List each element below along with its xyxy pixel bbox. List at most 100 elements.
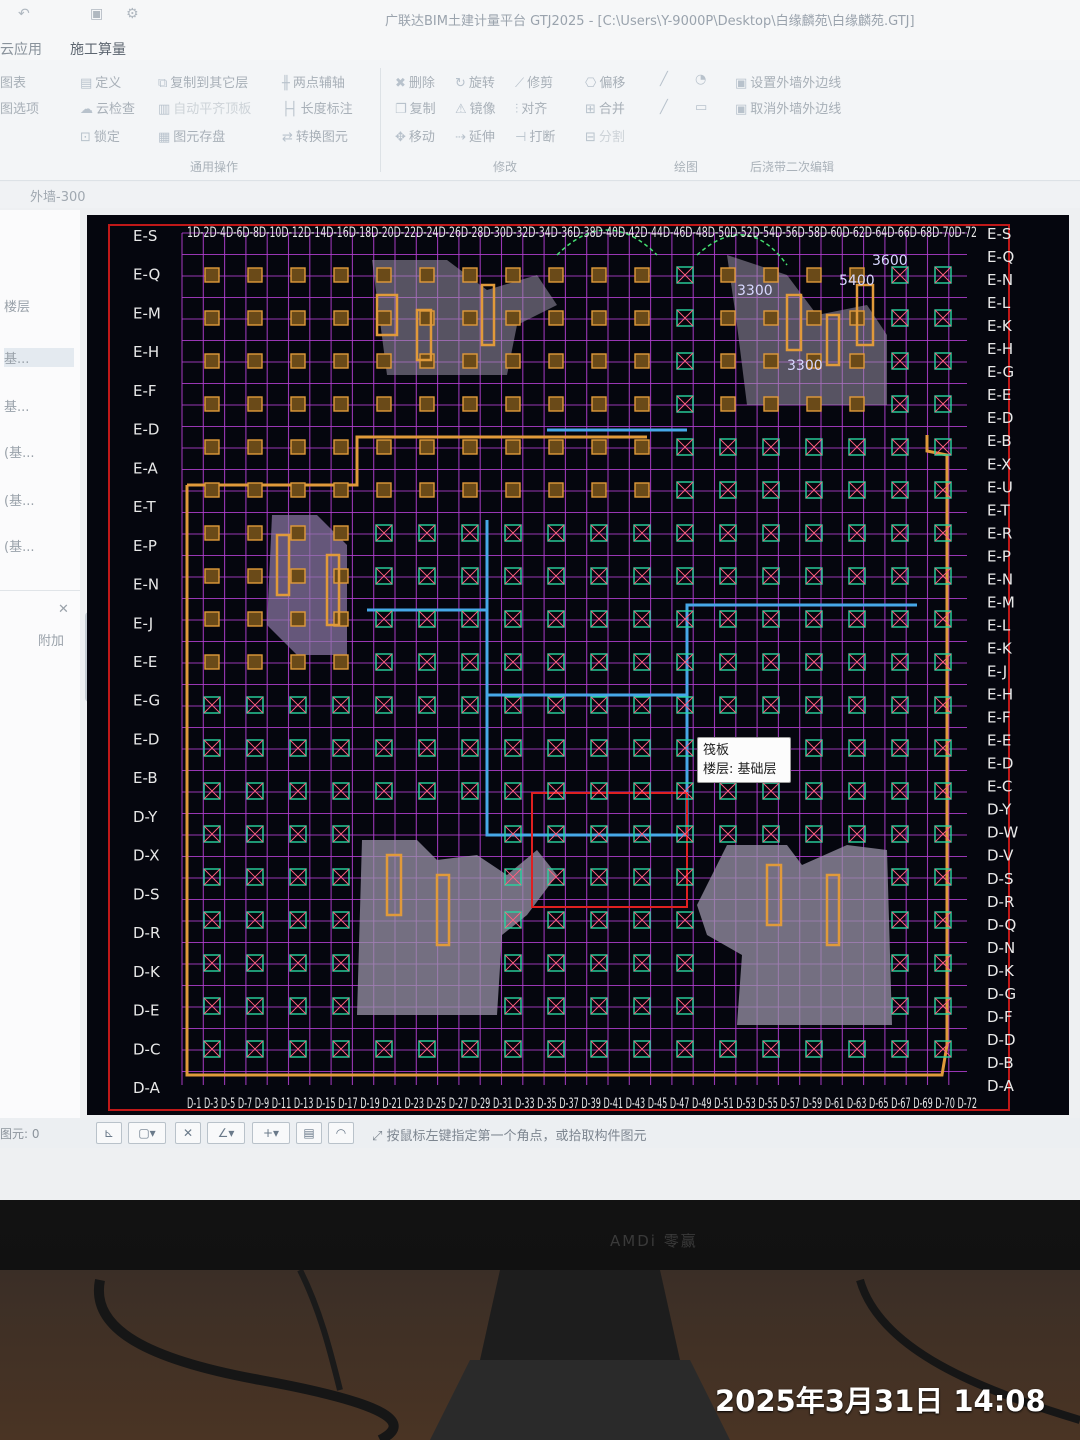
pile-cap bbox=[247, 396, 263, 412]
panel-item[interactable]: 基... bbox=[4, 396, 29, 415]
lock-button[interactable]: ⊡ 锁定 bbox=[80, 126, 120, 145]
group-draw: 绘图 bbox=[674, 160, 699, 174]
split-button[interactable]: ⊟ 分割 bbox=[585, 126, 625, 145]
draw-arc-button[interactable]: ◔ bbox=[695, 72, 709, 87]
pile-cap bbox=[290, 439, 306, 455]
axis-label-right: E-Q bbox=[987, 248, 1014, 266]
pile-cap bbox=[419, 482, 435, 498]
panel-item[interactable]: (基... bbox=[4, 490, 34, 509]
copy-floor-icon: ⧉ bbox=[158, 76, 168, 91]
mirror-button[interactable]: ⚠ 镜像 bbox=[455, 98, 496, 117]
monitor-bezel: ↶ ▣ ⚙ 广联达BIM土建计量平台 GTJ2025 - [C:\Users\Y… bbox=[0, 0, 1080, 1270]
draw-rect-button[interactable]: ▭ bbox=[695, 100, 710, 115]
axis-label-left: E-G bbox=[133, 692, 160, 710]
delete-button[interactable]: ✖ 删除 bbox=[395, 72, 435, 91]
cross-snap-toggle[interactable]: ✕ bbox=[175, 1122, 201, 1144]
break-button[interactable]: ⊣ 打断 bbox=[515, 126, 555, 145]
rotate-button[interactable]: ↻ 旋转 bbox=[455, 72, 495, 91]
trim-button[interactable]: ⟋ 修剪 bbox=[515, 72, 553, 91]
layer-toggle[interactable]: ▤ bbox=[296, 1122, 322, 1144]
two-point-axis-button[interactable]: ╫ 两点辅轴 bbox=[282, 72, 345, 91]
pile-cap bbox=[376, 396, 392, 412]
save-icon[interactable]: ▣ bbox=[90, 6, 103, 22]
ortho-toggle[interactable]: ⊾ bbox=[96, 1122, 122, 1144]
cloud-check-button[interactable]: ☁ 云检查 bbox=[80, 98, 135, 117]
pile-cap bbox=[376, 353, 392, 369]
copy-to-floor-button[interactable]: ⧉ 复制到其它层 bbox=[158, 72, 248, 91]
angle-snap-select[interactable]: ∠▾ bbox=[207, 1122, 245, 1144]
pile-cap bbox=[505, 396, 521, 412]
draw-point-button[interactable]: ╱ bbox=[660, 100, 671, 115]
move-button[interactable]: ✥ 移动 bbox=[395, 126, 435, 145]
property-bar: 外墙-300 bbox=[0, 182, 1080, 208]
pile-cap bbox=[204, 267, 220, 283]
dimension-icon: ├┤ bbox=[282, 102, 298, 117]
panel-item[interactable]: 楼层 bbox=[4, 296, 30, 315]
pile-cap bbox=[634, 353, 650, 369]
define-icon: ▤ bbox=[80, 76, 93, 91]
length-dimension-button[interactable]: ├┤ 长度标注 bbox=[282, 98, 353, 117]
settings-icon[interactable]: ⚙ bbox=[126, 6, 139, 22]
outer-edge-icon: ▣ bbox=[735, 76, 748, 91]
axis-label-right: E-D bbox=[987, 409, 1013, 427]
panel-item[interactable]: (基... bbox=[4, 536, 34, 555]
axis-label-right: E-L bbox=[987, 616, 1011, 634]
pile-cap bbox=[333, 310, 349, 326]
axis-label-right: D-Q bbox=[987, 916, 1016, 934]
axis-label-right: D-A bbox=[987, 1077, 1015, 1095]
pile-cap bbox=[634, 396, 650, 412]
arc-toggle[interactable]: ◠ bbox=[328, 1122, 354, 1144]
extend-button[interactable]: ⇢ 延伸 bbox=[455, 126, 495, 145]
pile-cap bbox=[548, 396, 564, 412]
pile-cap bbox=[290, 611, 306, 627]
pile-cap bbox=[247, 525, 263, 541]
define-button[interactable]: ▤ 定义 bbox=[80, 72, 121, 91]
convert-element-button[interactable]: ⇄ 转换图元 bbox=[282, 126, 348, 145]
component-selector[interactable]: 外墙-300 bbox=[30, 186, 86, 205]
pile-cap bbox=[591, 310, 607, 326]
pile-cap bbox=[462, 482, 478, 498]
offset-button[interactable]: ⎔ 偏移 bbox=[585, 72, 625, 91]
draw-line-button[interactable]: ╱ bbox=[660, 72, 671, 87]
cad-drawing-area[interactable]: E-S E-Q E-N E-L E-K E-H E-G E-E E-D E-B E-X E-U E-T E… bbox=[87, 215, 1069, 1115]
save-element-button[interactable]: ▦ 图元存盘 bbox=[158, 126, 225, 145]
axis-label-right: D-Y bbox=[987, 801, 1012, 819]
pile-cap bbox=[247, 353, 263, 369]
set-outer-edge-button[interactable]: ▣ 设置外墙外边线 bbox=[735, 72, 841, 91]
axis-label-right: E-H bbox=[987, 340, 1013, 358]
snap-mode-select[interactable]: ▢▾ bbox=[128, 1122, 166, 1144]
align-button[interactable]: ⫶ 对齐 bbox=[515, 98, 547, 117]
chart-button[interactable]: 图表 bbox=[0, 72, 26, 91]
pile-cap bbox=[290, 654, 306, 670]
floor-plan[interactable]: E-S E-Q E-N E-L E-K E-H E-G E-E E-D E-B E-X E-U E-T E… bbox=[87, 215, 1069, 1115]
offset-snap-select[interactable]: +▾ bbox=[252, 1122, 290, 1144]
axis-label-left: D-A bbox=[133, 1079, 161, 1097]
cancel-outer-edge-button[interactable]: ▣ 取消外墙外边线 bbox=[735, 98, 841, 117]
axis-label-right: E-L bbox=[987, 294, 1011, 312]
pile-cap bbox=[333, 439, 349, 455]
pile-cap bbox=[634, 267, 650, 283]
pile-cap bbox=[333, 568, 349, 584]
title-bar: ↶ ▣ ⚙ 广联达BIM土建计量平台 GTJ2025 - [C:\Users\Y… bbox=[0, 0, 1080, 34]
ribbon-divider bbox=[380, 68, 381, 172]
close-icon[interactable]: ✕ bbox=[58, 602, 69, 617]
split-icon: ⊟ bbox=[585, 130, 596, 145]
pile-cap bbox=[333, 654, 349, 670]
merge-button[interactable]: ⊞ 合并 bbox=[585, 98, 625, 117]
window-title: 广联达BIM土建计量平台 GTJ2025 - [C:\Users\Y-9000P… bbox=[385, 14, 915, 29]
tab-construction[interactable]: 施工算量 bbox=[70, 39, 126, 59]
group-edit: 后浇带二次编辑 bbox=[750, 160, 835, 174]
pile-cap bbox=[763, 267, 779, 283]
pile-cap bbox=[247, 310, 263, 326]
panel-item[interactable]: (基... bbox=[4, 442, 34, 461]
copy-button[interactable]: ❐ 复制 bbox=[395, 98, 436, 117]
pile-cap bbox=[247, 439, 263, 455]
axis-label-right: E-H bbox=[987, 686, 1013, 704]
pile-cap bbox=[591, 439, 607, 455]
pile-cap bbox=[505, 439, 521, 455]
panel-item[interactable]: 基... bbox=[4, 348, 74, 367]
options-button[interactable]: 图选项 bbox=[0, 98, 39, 117]
auto-align-button[interactable]: ▥ 自动平齐顶板 bbox=[158, 98, 251, 117]
tab-cloud-apps[interactable]: 云应用 bbox=[0, 39, 42, 59]
undo-icon[interactable]: ↶ bbox=[18, 6, 30, 22]
